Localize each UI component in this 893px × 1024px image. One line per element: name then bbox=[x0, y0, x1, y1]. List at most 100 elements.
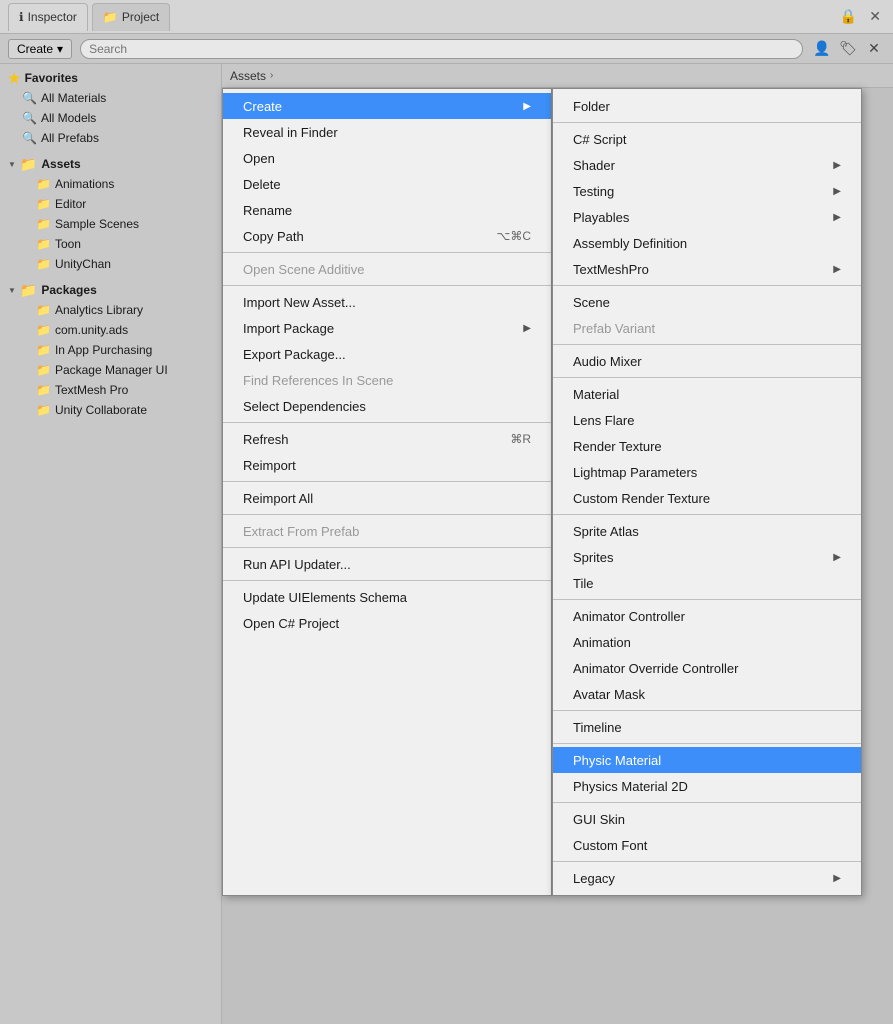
submenu-physics-material-2d-label: Physics Material 2D bbox=[573, 779, 688, 794]
sidebar-item-all-materials[interactable]: 🔍 All Materials bbox=[0, 88, 221, 108]
menu-reveal-label: Reveal in Finder bbox=[243, 125, 338, 140]
submenu-item-textmeshpro[interactable]: TextMeshPro ▶ bbox=[553, 256, 861, 282]
menu-item-reimport-all[interactable]: Reimport All bbox=[223, 485, 551, 511]
submenu-item-physic-material[interactable]: Physic Material bbox=[553, 747, 861, 773]
sidebar-item-in-app-purchasing[interactable]: 📁 In App Purchasing bbox=[0, 340, 221, 360]
submenu-item-gui-skin[interactable]: GUI Skin bbox=[553, 806, 861, 832]
submenu-item-audio-mixer[interactable]: Audio Mixer bbox=[553, 348, 861, 374]
menu-item-rename[interactable]: Rename bbox=[223, 197, 551, 223]
testing-arrow: ▶ bbox=[833, 186, 841, 197]
submenu-item-render-texture[interactable]: Render Texture bbox=[553, 433, 861, 459]
search-input[interactable] bbox=[80, 39, 803, 59]
animations-label: Animations bbox=[55, 177, 114, 191]
submenu-item-folder[interactable]: Folder bbox=[553, 93, 861, 119]
submenu-item-sprite-atlas[interactable]: Sprite Atlas bbox=[553, 518, 861, 544]
submenu-lens-flare-label: Lens Flare bbox=[573, 413, 634, 428]
tab-project[interactable]: 📁 Project bbox=[92, 3, 170, 31]
menu-item-select-deps[interactable]: Select Dependencies bbox=[223, 393, 551, 419]
submenu-sep-2 bbox=[553, 285, 861, 286]
submenu-item-tile[interactable]: Tile bbox=[553, 570, 861, 596]
sidebar-item-all-prefabs[interactable]: 🔍 All Prefabs bbox=[0, 128, 221, 148]
submenu-item-avatar-mask[interactable]: Avatar Mask bbox=[553, 681, 861, 707]
sidebar-item-unity-collaborate[interactable]: 📁 Unity Collaborate bbox=[0, 400, 221, 420]
assets-folder-icon: 📁 bbox=[20, 156, 37, 173]
submenu-item-assembly[interactable]: Assembly Definition bbox=[553, 230, 861, 256]
lock-icon[interactable]: 🔒 bbox=[836, 6, 861, 27]
create-button[interactable]: Create ▾ bbox=[8, 39, 72, 59]
submenu-item-lightmap-params[interactable]: Lightmap Parameters bbox=[553, 459, 861, 485]
person-icon[interactable]: 👤 bbox=[811, 38, 833, 60]
submenu-sep-1 bbox=[553, 122, 861, 123]
submenu-assembly-label: Assembly Definition bbox=[573, 236, 687, 251]
sidebar-item-toon[interactable]: 📁 Toon bbox=[0, 234, 221, 254]
submenu-item-sprites[interactable]: Sprites ▶ bbox=[553, 544, 861, 570]
submenu-item-animator-override[interactable]: Animator Override Controller bbox=[553, 655, 861, 681]
sidebar-item-unity-ads[interactable]: 📁 com.unity.ads bbox=[0, 320, 221, 340]
submenu-item-animation[interactable]: Animation bbox=[553, 629, 861, 655]
menu-open-csharp-label: Open C# Project bbox=[243, 616, 339, 631]
sidebar-item-analytics[interactable]: 📁 Analytics Library bbox=[0, 300, 221, 320]
menu-item-refresh[interactable]: Refresh ⌘R bbox=[223, 426, 551, 452]
sidebar-item-animations[interactable]: 📁 Animations bbox=[0, 174, 221, 194]
unitychan-folder-icon: 📁 bbox=[36, 257, 51, 271]
submenu-item-custom-render[interactable]: Custom Render Texture bbox=[553, 485, 861, 511]
tab-inspector[interactable]: ℹ Inspector bbox=[8, 3, 88, 31]
submenu-item-material[interactable]: Material bbox=[553, 381, 861, 407]
create-button-label: Create bbox=[17, 42, 53, 56]
menu-item-delete[interactable]: Delete bbox=[223, 171, 551, 197]
maximize-icon[interactable]: ✕ bbox=[865, 6, 885, 27]
submenu-legacy-label: Legacy bbox=[573, 871, 615, 886]
submenu-sprites-label: Sprites bbox=[573, 550, 613, 565]
in-app-label: In App Purchasing bbox=[55, 343, 152, 357]
menu-item-open[interactable]: Open bbox=[223, 145, 551, 171]
sidebar-item-editor[interactable]: 📁 Editor bbox=[0, 194, 221, 214]
submenu-item-animator-ctrl[interactable]: Animator Controller bbox=[553, 603, 861, 629]
submenu-item-shader[interactable]: Shader ▶ bbox=[553, 152, 861, 178]
sidebar-item-package-manager[interactable]: 📁 Package Manager UI bbox=[0, 360, 221, 380]
submenu-item-physics-material-2d[interactable]: Physics Material 2D bbox=[553, 773, 861, 799]
sidebar-item-sample-scenes[interactable]: 📁 Sample Scenes bbox=[0, 214, 221, 234]
submenu-avatar-mask-label: Avatar Mask bbox=[573, 687, 645, 702]
submenu-csharp-label: C# Script bbox=[573, 132, 626, 147]
inspector-icon: ℹ bbox=[19, 10, 24, 24]
menu-item-import-package[interactable]: Import Package ▶ bbox=[223, 315, 551, 341]
collaborate-folder-icon: 📁 bbox=[36, 403, 51, 417]
tag-icon[interactable]: 🏷 bbox=[837, 38, 859, 60]
menu-item-copy-path[interactable]: Copy Path ⌥⌘C bbox=[223, 223, 551, 249]
submenu-custom-font-label: Custom Font bbox=[573, 838, 647, 853]
search-circle-icon2: 🔍 bbox=[22, 111, 37, 125]
close-icon[interactable]: ✕ bbox=[863, 38, 885, 60]
sidebar-favorites-header[interactable]: ★ Favorites bbox=[0, 68, 221, 88]
assets-breadcrumb-label: Assets bbox=[230, 69, 266, 83]
playables-arrow: ▶ bbox=[833, 212, 841, 223]
sidebar-packages-header[interactable]: ▼ 📁 Packages bbox=[0, 280, 221, 300]
sidebar-assets-header[interactable]: ▼ 📁 Assets bbox=[0, 154, 221, 174]
sidebar-item-all-models[interactable]: 🔍 All Models bbox=[0, 108, 221, 128]
menu-item-create[interactable]: Create ▶ bbox=[223, 93, 551, 119]
submenu-item-testing[interactable]: Testing ▶ bbox=[553, 178, 861, 204]
menu-item-export-package[interactable]: Export Package... bbox=[223, 341, 551, 367]
menu-item-reveal[interactable]: Reveal in Finder bbox=[223, 119, 551, 145]
in-app-folder-icon: 📁 bbox=[36, 343, 51, 357]
submenu-item-scene[interactable]: Scene bbox=[553, 289, 861, 315]
menu-item-reimport[interactable]: Reimport bbox=[223, 452, 551, 478]
unitychan-label: UnityChan bbox=[55, 257, 111, 271]
menu-item-update-ui[interactable]: Update UIElements Schema bbox=[223, 584, 551, 610]
submenu-item-legacy[interactable]: Legacy ▶ bbox=[553, 865, 861, 891]
submenu-item-playables[interactable]: Playables ▶ bbox=[553, 204, 861, 230]
submenu-custom-render-label: Custom Render Texture bbox=[573, 491, 710, 506]
submenu-item-csharp[interactable]: C# Script bbox=[553, 126, 861, 152]
submenu-animation-label: Animation bbox=[573, 635, 631, 650]
menu-item-open-csharp[interactable]: Open C# Project bbox=[223, 610, 551, 636]
submenu-item-custom-font[interactable]: Custom Font bbox=[553, 832, 861, 858]
submenu-render-texture-label: Render Texture bbox=[573, 439, 662, 454]
sidebar-item-unitychan[interactable]: 📁 UnityChan bbox=[0, 254, 221, 274]
menu-item-run-api[interactable]: Run API Updater... bbox=[223, 551, 551, 577]
menu-item-import-new[interactable]: Import New Asset... bbox=[223, 289, 551, 315]
submenu-item-timeline[interactable]: Timeline bbox=[553, 714, 861, 740]
menu-run-api-label: Run API Updater... bbox=[243, 557, 351, 572]
sidebar-item-textmesh-pro[interactable]: 📁 TextMesh Pro bbox=[0, 380, 221, 400]
submenu-sep-8 bbox=[553, 743, 861, 744]
submenu-item-lens-flare[interactable]: Lens Flare bbox=[553, 407, 861, 433]
content-area: Assets › 📁 Animations Create ▶ Reveal in… bbox=[222, 64, 893, 1024]
